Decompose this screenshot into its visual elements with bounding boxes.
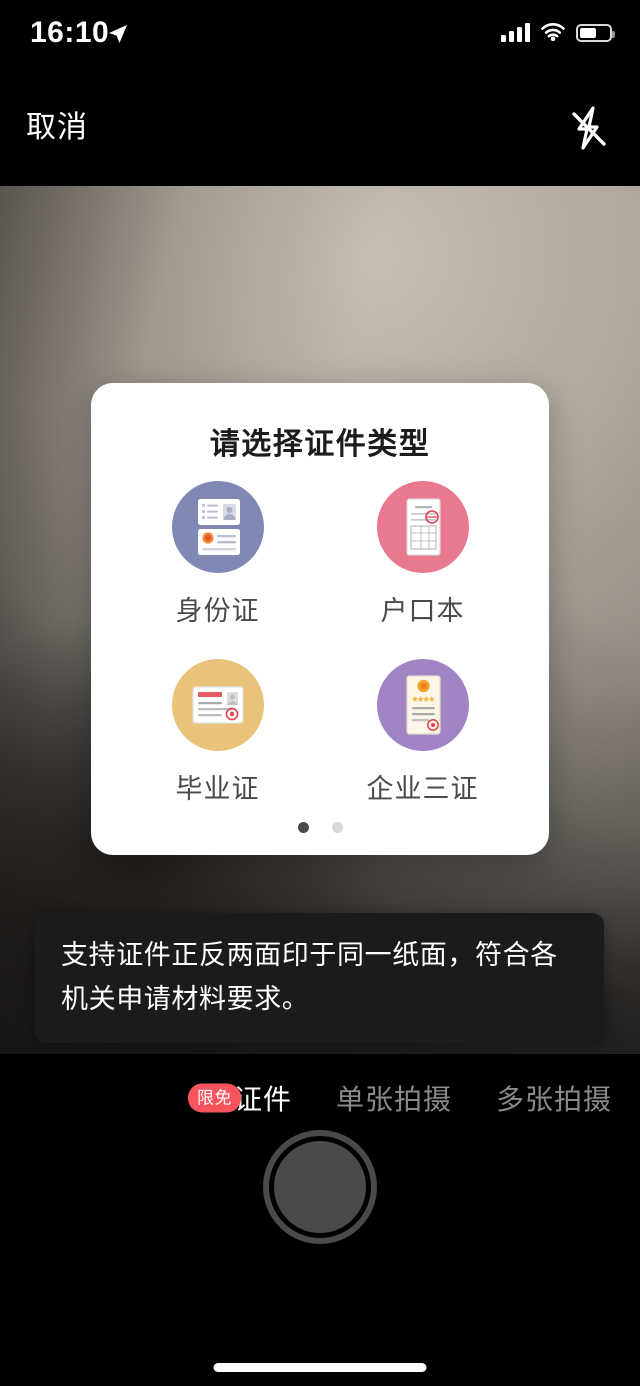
doc-type-label: 户口本 [380, 596, 465, 626]
home-indicator [213, 1363, 427, 1372]
shutter-button[interactable] [263, 1130, 377, 1244]
doc-type-graduation-certificate[interactable]: 毕业证 [115, 653, 320, 831]
enterprise-license-icon [376, 659, 469, 751]
camera-bottom-bar: 限免 证件 单张拍摄 多张拍摄 [0, 1054, 640, 1386]
doc-type-label: 身份证 [175, 596, 260, 626]
battery-icon [576, 24, 615, 42]
pagination-dot-1[interactable] [297, 822, 309, 833]
pagination-dots[interactable] [91, 822, 549, 833]
cancel-button[interactable]: 取消 [26, 110, 88, 146]
location-arrow-icon [109, 25, 127, 43]
tab-label: 单张拍摄 [335, 1084, 452, 1115]
household-register-icon [376, 481, 469, 573]
tab-label: 多张拍摄 [495, 1084, 612, 1115]
status-time: 16:10 [30, 16, 110, 49]
dialog-title: 请选择证件类型 [209, 428, 431, 461]
doc-type-id-card[interactable]: 身份证 [115, 475, 320, 653]
doc-type-enterprise-license[interactable]: 企业三证 [320, 653, 525, 831]
doc-type-label: 毕业证 [175, 774, 260, 804]
shutter-button-inner [274, 1141, 366, 1233]
document-type-dialog: 请选择证件类型 身份证 户口本 毕业证 企业三证 [91, 383, 549, 855]
cellular-signal-icon [501, 23, 530, 42]
wifi-icon [541, 23, 565, 42]
status-bar: 16:10 [0, 0, 640, 72]
flash-off-icon[interactable] [562, 102, 614, 154]
camera-screen: 16:10 取消 请选择证件类型 身份证 户口本 毕业证 企业三证 支持证件正反… [0, 0, 640, 1386]
capture-mode-tabs[interactable]: 限免 证件 单张拍摄 多张拍摄 [0, 1074, 640, 1122]
id-card-icon [171, 481, 264, 573]
document-type-grid: 身份证 户口本 毕业证 企业三证 [115, 475, 525, 831]
limited-free-badge: 限免 [187, 1083, 241, 1113]
nav-bar: 取消 [0, 72, 640, 186]
graduation-certificate-icon [171, 659, 264, 751]
tab-label: 证件 [233, 1084, 292, 1115]
pagination-dot-2[interactable] [331, 822, 343, 833]
tab-document[interactable]: 限免 证件 [187, 1078, 292, 1118]
doc-type-label: 企业三证 [366, 774, 479, 804]
tab-multi-capture[interactable]: 多张拍摄 [496, 1078, 612, 1118]
info-tooltip: 支持证件正反两面印于同一纸面，符合各机关申请材料要求。 [35, 913, 604, 1043]
doc-type-household-register[interactable]: 户口本 [320, 475, 525, 653]
status-indicators [501, 22, 615, 42]
tab-single-capture[interactable]: 单张拍摄 [336, 1078, 452, 1118]
